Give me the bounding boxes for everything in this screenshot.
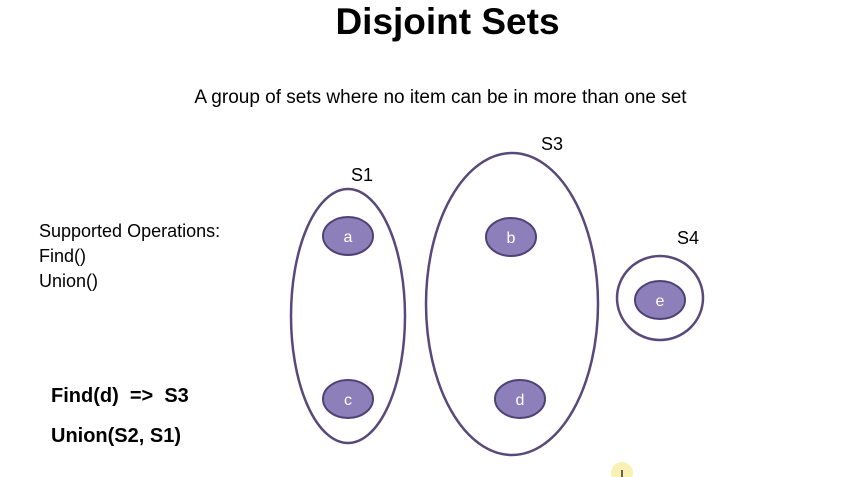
disjoint-sets-diagram: S1 a c S3 b d S4 e [289, 134, 705, 477]
cursor-highlight-icon [611, 462, 633, 477]
set-s1: S1 a c [289, 165, 407, 445]
item-d: d [494, 379, 546, 419]
item-c: c [322, 379, 374, 419]
item-b-label: b [507, 230, 516, 247]
set-s4-label: S4 [677, 228, 699, 248]
item-a-label: a [344, 229, 353, 246]
item-e: e [634, 280, 686, 320]
item-c-label: c [344, 392, 352, 409]
item-e-label: e [656, 293, 665, 310]
set-s4: S4 e [615, 228, 705, 342]
item-a: a [322, 216, 374, 256]
set-s3: S3 b d [424, 134, 600, 457]
set-s1-label: S1 [351, 165, 373, 185]
item-b: b [485, 217, 537, 257]
item-d-label: d [516, 392, 525, 409]
set-s3-label: S3 [541, 134, 563, 154]
